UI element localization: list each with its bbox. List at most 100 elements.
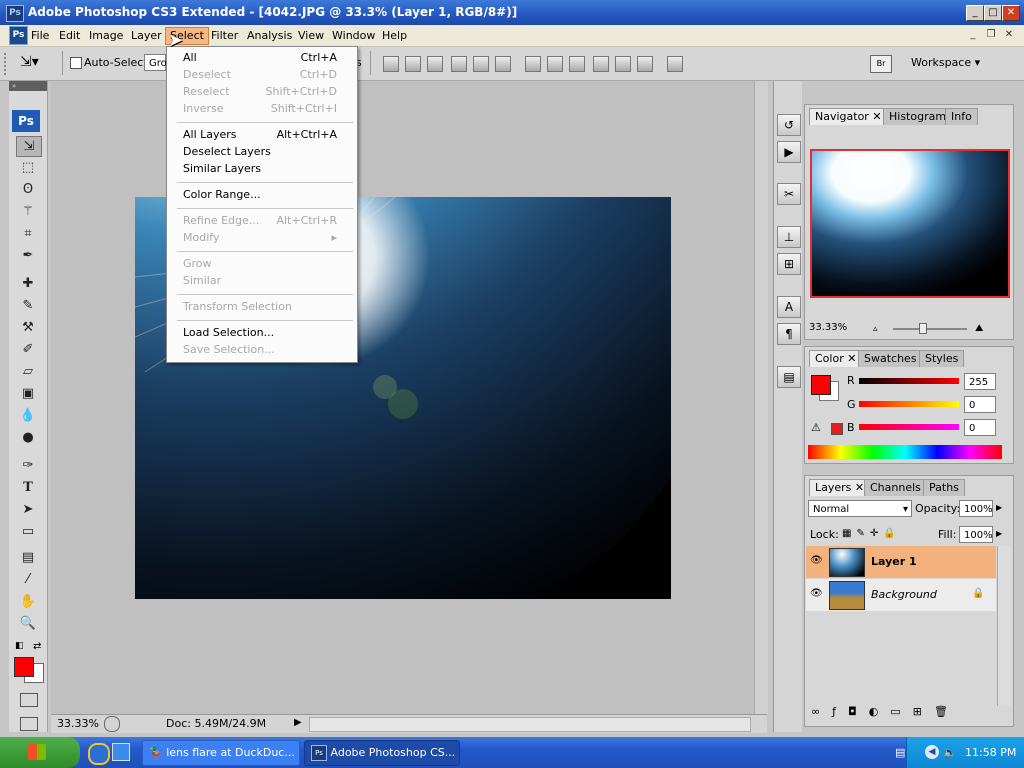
layers-footer-icons[interactable]: ∞ƒ◘◐▭⊞🗑 (811, 705, 960, 718)
pen-tool-icon[interactable]: ✑ (16, 456, 40, 475)
menu-image[interactable]: Image (85, 28, 127, 44)
brush-tool-icon[interactable]: ✎ (16, 296, 40, 315)
move-tool-icon[interactable]: ⇲ (16, 136, 42, 157)
close-button[interactable]: ✕ (1002, 5, 1020, 21)
crop-tool-icon[interactable]: ⌗ (16, 224, 40, 243)
align-vcenter-icon[interactable] (405, 56, 421, 72)
distribute-bottom-icon[interactable] (569, 56, 585, 72)
color-spectrum-bar[interactable] (808, 445, 1002, 459)
b-value-input[interactable]: 0 (964, 419, 996, 436)
menu-item-all-layers[interactable]: All Layers Alt+Ctrl+A (183, 127, 343, 143)
distribute-top-icon[interactable] (525, 56, 541, 72)
shape-tool-icon[interactable]: ▭ (16, 522, 40, 541)
gamut-swatch[interactable] (831, 423, 843, 435)
menu-item-all[interactable]: All Ctrl+A (183, 50, 343, 66)
menu-view[interactable]: View (294, 28, 328, 44)
taskbar-browser[interactable]: 🦆 lens flare at DuckDuc... (142, 740, 300, 766)
auto-align-icon[interactable] (667, 56, 683, 72)
align-bottom-icon[interactable] (427, 56, 443, 72)
hand-tool-icon[interactable]: ✋ (16, 592, 40, 611)
lasso-tool-icon[interactable]: ʘ (16, 180, 40, 199)
start-button[interactable] (0, 737, 80, 768)
tab-color[interactable]: Color ✕ (809, 350, 863, 367)
distribute-left-icon[interactable] (593, 56, 609, 72)
tools-panel-header[interactable]: » (9, 81, 47, 91)
minimize-button[interactable]: _ (966, 5, 984, 21)
menu-filter[interactable]: Filter (207, 28, 242, 44)
path-selection-tool-icon[interactable]: ➤ (16, 500, 40, 519)
layer-row[interactable]: 👁 Background 🔒 (806, 579, 996, 611)
taskbar-photoshop[interactable]: Ps Adobe Photoshop CS... (304, 740, 460, 766)
doc-close-icon[interactable]: ✕ (1002, 29, 1016, 42)
tab-paths[interactable]: Paths (923, 479, 965, 496)
b-slider[interactable] (859, 424, 959, 430)
horizontal-scrollbar[interactable] (309, 717, 751, 732)
bridge-icon[interactable]: Br (870, 55, 892, 73)
photoshop-logo[interactable]: Ps (12, 110, 40, 132)
clone-stamp-tool-icon[interactable]: ⚒ (16, 318, 40, 337)
navigator-zoom[interactable]: 33.33% (809, 322, 847, 333)
dodge-tool-icon[interactable]: ● (16, 428, 40, 447)
layers-scrollbar[interactable] (997, 546, 1010, 706)
opacity-arrow-icon[interactable]: ▶ (996, 503, 1002, 512)
healing-brush-tool-icon[interactable]: ✚ (16, 274, 40, 293)
r-value-input[interactable]: 255 (964, 373, 996, 390)
quick-mask-icon[interactable] (20, 693, 38, 707)
history-brush-tool-icon[interactable]: ✐ (16, 340, 40, 359)
opacity-input[interactable]: 100% (959, 500, 993, 517)
fill-input[interactable]: 100% (959, 526, 993, 543)
auto-select-dropdown[interactable]: Gro (144, 54, 167, 71)
tab-navigator[interactable]: Navigator ✕ (809, 108, 888, 125)
zoom-tool-icon[interactable]: 🔍 (16, 614, 40, 633)
gradient-tool-icon[interactable]: ▣ (16, 384, 40, 403)
zoom-slider-thumb[interactable] (919, 323, 927, 334)
navigator-preview[interactable] (810, 149, 1010, 298)
workspace-button[interactable]: Workspace ▾ (911, 56, 980, 69)
photoshop-app-icon[interactable]: Ps (6, 5, 24, 22)
color-fg-swatch[interactable] (811, 375, 831, 395)
layer-row[interactable]: 👁 Layer 1 (806, 546, 996, 578)
move-tool-icon[interactable]: ⇲▾ (20, 54, 39, 70)
g-slider[interactable] (859, 401, 959, 407)
eye-icon[interactable]: 👁 (810, 555, 823, 566)
quick-launch-icon[interactable] (112, 743, 130, 761)
volume-icon[interactable]: 🔈 (943, 746, 957, 759)
clock[interactable]: 11:58 PM (965, 746, 1016, 759)
foreground-color-swatch[interactable] (14, 657, 34, 677)
document-icon[interactable]: Ps (9, 26, 28, 45)
fill-arrow-icon[interactable]: ▶ (996, 529, 1002, 538)
marquee-tool-icon[interactable]: ⬚ (16, 158, 40, 177)
layer-comps-icon[interactable]: ▤ (777, 366, 801, 388)
tab-layers[interactable]: Layers ✕ (809, 479, 871, 496)
menu-window[interactable]: Window (328, 28, 379, 44)
blend-mode-select[interactable]: Normal ▾ (808, 500, 912, 517)
align-left-icon[interactable] (451, 56, 467, 72)
magic-wand-tool-icon[interactable]: ⚚ (16, 202, 40, 221)
doc-minimize-icon[interactable]: _ (966, 29, 980, 42)
doc-restore-icon[interactable]: ❐ (984, 29, 998, 42)
menu-edit[interactable]: Edit (55, 28, 84, 44)
tab-swatches[interactable]: Swatches (858, 350, 923, 367)
type-tool-icon[interactable]: T (16, 478, 40, 497)
zoom-slider[interactable] (893, 328, 967, 330)
actions-panel-icon[interactable]: ▶ (777, 141, 801, 163)
menu-help[interactable]: Help (378, 28, 411, 44)
status-menu-arrow-icon[interactable]: ▶ (294, 717, 302, 728)
grip-icon[interactable] (4, 53, 11, 75)
notes-tool-icon[interactable]: ▤ (16, 548, 40, 567)
menu-layer[interactable]: Layer (127, 28, 166, 44)
swap-colors-icon[interactable]: ⇄ (33, 641, 41, 652)
clone-source-icon[interactable]: ⊞ (777, 253, 801, 275)
ie-icon[interactable] (88, 743, 110, 765)
menu-item-color-range[interactable]: Color Range... (183, 187, 343, 203)
paragraph-panel-icon[interactable]: ¶ (777, 323, 801, 345)
menu-analysis[interactable]: Analysis (243, 28, 296, 44)
zoom-level[interactable]: 33.33% (57, 717, 99, 730)
gamut-warning-icon[interactable]: ⚠ (811, 421, 821, 434)
eye-icon[interactable]: 👁 (810, 588, 823, 599)
align-hcenter-icon[interactable] (473, 56, 489, 72)
menu-item-similar-layers[interactable]: Similar Layers (183, 161, 343, 177)
vertical-scrollbar[interactable] (754, 81, 768, 715)
maximize-button[interactable]: □ (984, 5, 1002, 21)
distribute-vcenter-icon[interactable] (547, 56, 563, 72)
